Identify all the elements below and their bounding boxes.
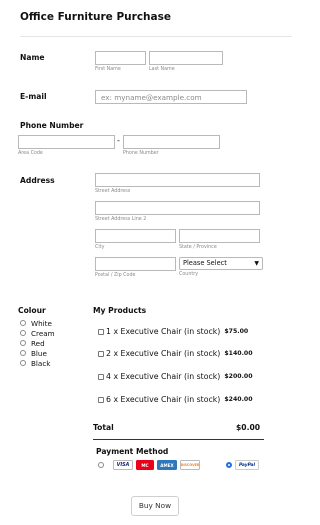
phone-number-sublabel: Phone Number [123,151,159,156]
area-code-input[interactable] [18,135,115,149]
title-divider [20,36,292,37]
street2-sublabel: Street Address Line 2 [95,217,147,222]
last-name-input[interactable] [149,51,223,65]
street-sublabel: Street Address [95,189,131,194]
postal-input[interactable] [95,257,176,271]
radio-icon[interactable] [20,340,26,346]
total-value: $0.00 [236,423,261,432]
radio-icon[interactable] [20,330,26,336]
product-price: $200.00 [224,373,253,380]
colour-option-white[interactable]: White [20,318,55,328]
name-label: Name [20,53,45,62]
city-sublabel: City [95,245,105,250]
product-option-3[interactable]: 4 x Executive Chair (in stock) $200.00 [98,372,253,381]
checkbox-icon[interactable] [98,373,104,380]
chevron-down-icon: ▼ [254,260,259,267]
colour-options: White Cream Red Blue Black [20,318,55,368]
country-sublabel: Country [179,272,199,277]
payment-option-paypal[interactable]: PayPal [226,460,259,470]
product-option-4[interactable]: 6 x Executive Chair (in stock) $240.00 [98,395,253,404]
amex-card-icon: AMEX [157,460,177,470]
radio-selected-icon[interactable] [226,462,232,468]
country-select[interactable]: Please Select ▼ [179,257,263,270]
area-code-sublabel: Area Code [18,151,43,156]
last-name-sublabel: Last Name [149,67,175,72]
visa-card-icon: VISA [113,460,133,470]
street2-input[interactable] [95,201,260,215]
state-input[interactable] [179,229,260,243]
email-input[interactable]: ex: myname@example.com [95,90,247,104]
postal-sublabel: Postal / Zip Code [95,273,136,278]
email-label: E-mail [20,92,47,101]
radio-icon[interactable] [98,462,104,468]
country-select-value: Please Select [183,259,227,267]
products-label: My Products [93,306,147,315]
checkbox-icon[interactable] [98,328,104,335]
buy-now-button[interactable]: Buy Now [131,496,179,516]
colour-option-cream[interactable]: Cream [20,328,55,338]
state-sublabel: State / Province [179,245,217,250]
city-input[interactable] [95,229,176,243]
first-name-sublabel: First Name [95,67,121,72]
product-option-1[interactable]: 1 x Executive Chair (in stock) $75.00 [98,327,248,336]
product-price: $240.00 [224,396,253,403]
phone-dash: - [117,136,120,145]
mastercard-icon: MC [136,460,154,470]
radio-icon[interactable] [20,320,26,326]
product-price: $75.00 [224,328,249,335]
address-label: Address [20,176,55,185]
colour-option-red[interactable]: Red [20,338,55,348]
form-title: Office Furniture Purchase [20,11,171,23]
payment-method-label: Payment Method [96,447,169,456]
product-option-2[interactable]: 2 x Executive Chair (in stock) $140.00 [98,349,253,358]
first-name-input[interactable] [95,51,146,65]
colour-option-black[interactable]: Black [20,358,55,368]
phone-number-input[interactable] [123,135,220,149]
phone-label: Phone Number [20,121,84,130]
radio-icon[interactable] [20,360,26,366]
total-label: Total [93,423,114,432]
colour-label: Colour [18,306,46,315]
checkbox-icon[interactable] [98,350,104,357]
colour-option-blue[interactable]: Blue [20,348,55,358]
street-input[interactable] [95,173,260,187]
discover-card-icon: DISCOVER [180,460,200,470]
paypal-icon: PayPal [235,460,259,470]
total-divider [93,439,264,440]
payment-option-cards[interactable]: VISA MC AMEX DISCOVER [98,460,200,470]
radio-icon[interactable] [20,350,26,356]
product-price: $140.00 [224,350,253,357]
checkbox-icon[interactable] [98,396,104,403]
